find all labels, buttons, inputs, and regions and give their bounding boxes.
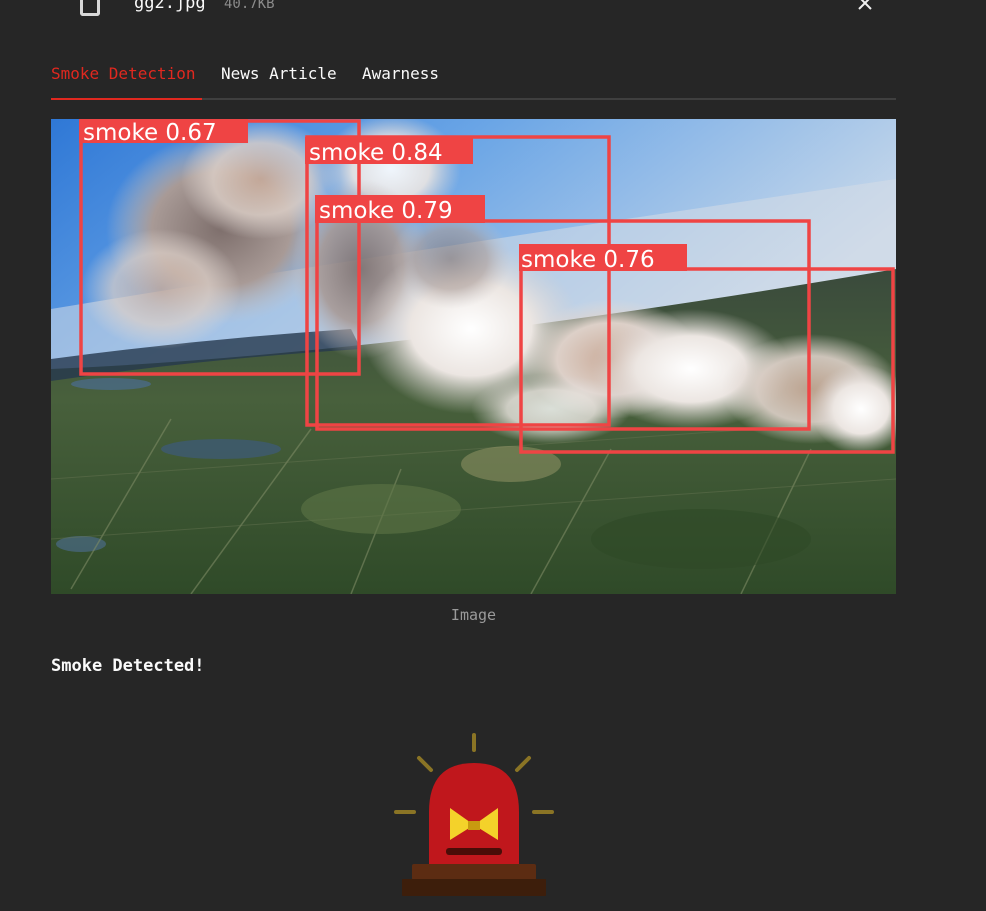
- file-name: gg2.jpg: [134, 0, 206, 13]
- detection-label: smoke 0.84: [309, 140, 443, 166]
- tab-awarness[interactable]: Awarness: [362, 55, 444, 100]
- close-icon[interactable]: [856, 0, 874, 12]
- image-caption: Image: [450, 606, 497, 624]
- smoke-detection-photo: smoke 0.67 smoke 0.84 smoke 0.79 smoke 0…: [51, 119, 896, 594]
- siren-icon: [394, 733, 554, 896]
- tab-bar: Smoke Detection News Article Awarness: [51, 55, 896, 100]
- uploaded-file-row: gg2.jpg 40.7KB: [0, 0, 986, 22]
- file-size: 40.7KB: [224, 0, 275, 12]
- detection-image: smoke 0.67 smoke 0.84 smoke 0.79 smoke 0…: [51, 119, 896, 594]
- smoke-detected-heading: Smoke Detected!: [51, 656, 205, 676]
- detection-label: smoke 0.67: [83, 120, 217, 146]
- file-icon: [80, 0, 100, 16]
- detection-label: smoke 0.76: [521, 247, 655, 273]
- tab-smoke-detection[interactable]: Smoke Detection: [51, 55, 202, 100]
- tab-news-article[interactable]: News Article: [221, 55, 343, 100]
- detection-label: smoke 0.79: [319, 198, 453, 224]
